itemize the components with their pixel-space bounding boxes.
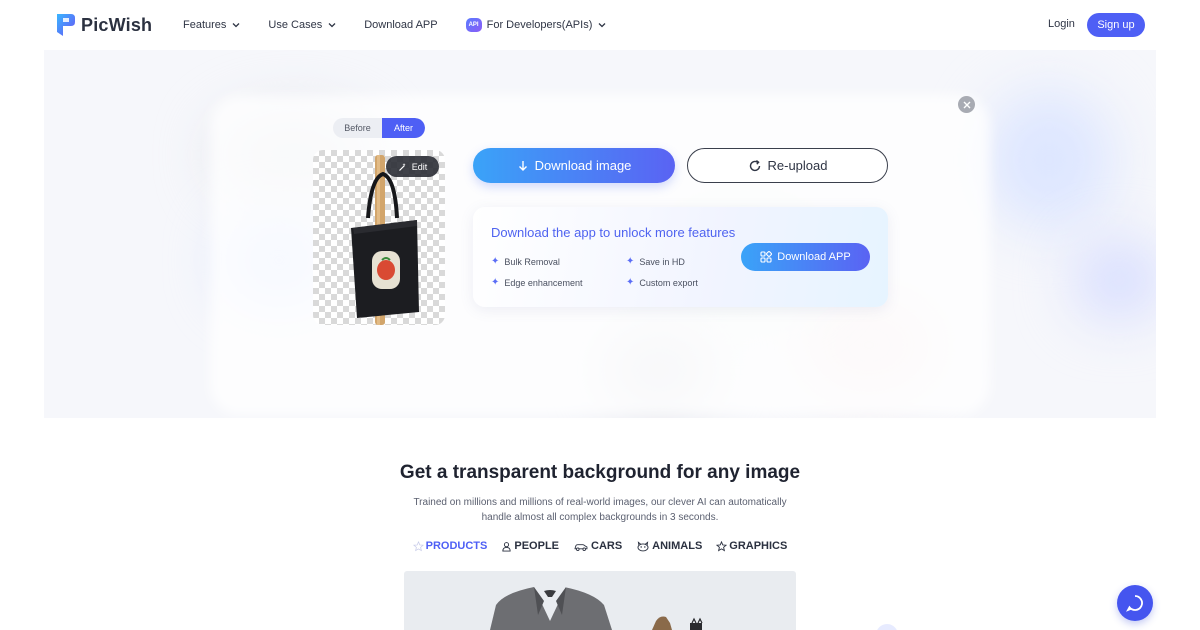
close-icon bbox=[963, 101, 970, 108]
chevron-down-icon bbox=[328, 23, 336, 28]
chevron-down-icon bbox=[598, 23, 606, 28]
category-tabs: PRODUCTS PEOPLE CARS ANIMALS GRAPHICS bbox=[0, 540, 1200, 552]
download-app-button[interactable]: Download APP bbox=[741, 243, 870, 271]
chat-bubble-icon bbox=[1126, 595, 1143, 612]
signup-button[interactable]: Sign up bbox=[1087, 13, 1145, 37]
section-description: Trained on millions and millions of real… bbox=[413, 497, 787, 523]
download-image-button[interactable]: Download image bbox=[473, 148, 675, 183]
main-nav: Features Use Cases Download APP API For … bbox=[183, 0, 634, 50]
sparkle-icon: ✦ bbox=[626, 256, 635, 267]
reupload-label: Re-upload bbox=[767, 158, 828, 173]
toggle-after[interactable]: After bbox=[382, 118, 425, 138]
feature-item: ✦ Edge enhancement bbox=[491, 277, 583, 289]
feature-item: ✦ Custom export bbox=[626, 277, 698, 289]
before-after-toggle: Before After bbox=[333, 118, 425, 138]
api-badge-icon: API bbox=[465, 18, 482, 32]
animal-icon bbox=[637, 540, 649, 551]
download-app-label: Download APP bbox=[777, 251, 851, 263]
nav-download-app[interactable]: Download APP bbox=[364, 19, 437, 31]
tab-animals-label: ANIMALS bbox=[652, 540, 703, 552]
chevron-down-icon bbox=[232, 23, 240, 28]
nav-use-cases-label: Use Cases bbox=[268, 19, 323, 31]
toggle-before[interactable]: Before bbox=[333, 118, 382, 138]
tab-products-label: PRODUCTS bbox=[425, 540, 488, 552]
nav-features-label: Features bbox=[183, 19, 227, 31]
apps-grid-icon bbox=[760, 251, 773, 263]
tab-people-label: PEOPLE bbox=[514, 540, 559, 552]
sparkle-icon: ✦ bbox=[491, 277, 500, 288]
feature-label: Custom export bbox=[639, 278, 698, 288]
tab-animals[interactable]: ANIMALS bbox=[636, 540, 702, 552]
picwish-logo-icon bbox=[57, 14, 75, 36]
sparkle-icon: ✦ bbox=[491, 256, 500, 267]
refresh-icon bbox=[749, 159, 760, 171]
login-link[interactable]: Login bbox=[1048, 18, 1075, 30]
app-promo-title: Download the app to unlock more features bbox=[491, 225, 736, 240]
top-navbar: PicWish Features Use Cases Download APP … bbox=[0, 0, 1200, 50]
download-arrow-icon bbox=[518, 160, 527, 171]
star-icon bbox=[716, 540, 728, 551]
edit-label: Edit bbox=[411, 161, 428, 172]
tab-products[interactable]: PRODUCTS bbox=[412, 540, 488, 552]
tab-graphics[interactable]: GRAPHICS bbox=[716, 540, 787, 552]
app-promo-card: Download the app to unlock more features… bbox=[473, 207, 888, 307]
tab-cars[interactable]: CARS bbox=[573, 540, 622, 552]
nav-use-cases[interactable]: Use Cases bbox=[268, 19, 336, 31]
nav-download-app-label: Download APP bbox=[364, 19, 438, 31]
nav-developers[interactable]: API For Developers(APIs) bbox=[465, 18, 607, 32]
nav-features[interactable]: Features bbox=[183, 19, 240, 31]
feature-label: Edge enhancement bbox=[504, 278, 583, 288]
star-outline-icon bbox=[412, 540, 424, 551]
person-icon bbox=[502, 541, 512, 552]
brand-logo[interactable]: PicWish bbox=[54, 12, 152, 38]
feature-item: ✦ Bulk Removal bbox=[491, 256, 560, 268]
tab-cars-label: CARS bbox=[591, 540, 623, 552]
brand-name: PicWish bbox=[81, 14, 153, 35]
carousel-dot[interactable] bbox=[876, 624, 898, 630]
download-image-label: Download image bbox=[534, 158, 632, 173]
close-button[interactable] bbox=[958, 96, 975, 113]
feature-item: ✦ Save in HD bbox=[626, 256, 685, 268]
section-title: Get a transparent background for any ima… bbox=[399, 462, 801, 483]
tab-people[interactable]: PEOPLE bbox=[501, 540, 559, 552]
car-icon bbox=[574, 543, 588, 551]
product-showcase-image bbox=[404, 571, 796, 630]
showcase-products-image bbox=[490, 587, 703, 630]
sparkle-icon: ✦ bbox=[626, 277, 635, 288]
chat-support-button[interactable] bbox=[1117, 585, 1153, 621]
nav-developers-label: For Developers(APIs) bbox=[486, 19, 593, 31]
feature-label: Save in HD bbox=[639, 257, 685, 267]
tab-graphics-label: GRAPHICS bbox=[729, 540, 788, 552]
edit-button[interactable]: Edit bbox=[386, 156, 439, 177]
feature-label: Bulk Removal bbox=[504, 257, 560, 267]
magic-wand-icon bbox=[398, 162, 406, 171]
reupload-button[interactable]: Re-upload bbox=[687, 148, 888, 183]
